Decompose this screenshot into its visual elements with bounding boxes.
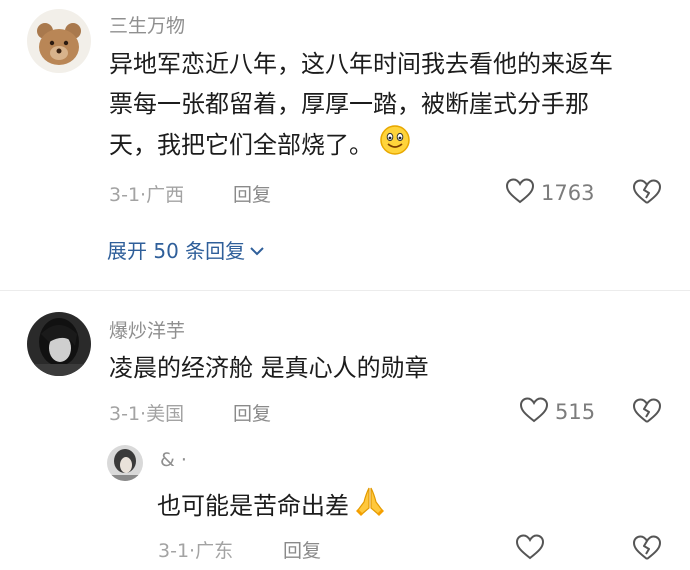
reply-button[interactable]: 回复 xyxy=(283,536,321,563)
comment-text: 凌晨的经济舱 是真心人的勋章 xyxy=(109,354,429,382)
dislike-button[interactable] xyxy=(632,178,662,210)
expand-replies-link[interactable]: 展开 50 条回复 xyxy=(107,235,265,264)
like-count: 1763 xyxy=(541,181,595,205)
reply-text-body: 也可能是苦命出差 xyxy=(157,492,349,520)
smile-emoji xyxy=(379,124,411,168)
comment-meta: 3-1·美国 xyxy=(109,403,185,425)
avatar[interactable] xyxy=(27,312,91,376)
reply-text: 也可能是苦命出差 xyxy=(157,484,657,530)
comment-text-line-3: 天，我把它们全部烧了。 xyxy=(109,131,373,159)
heart-icon xyxy=(505,177,535,209)
reply-meta: 3-1·广东 xyxy=(158,540,234,562)
like-count: 515 xyxy=(555,400,596,424)
comment-text-line: 票每一张都留着，厚厚一踏，被断崖式分手那 xyxy=(109,90,589,118)
comment-item: 爆炒洋芋 凌晨的经济舱 是真心人的勋章 3-1·美国 回复 515 & · 也可… xyxy=(0,291,690,570)
person-avatar-image xyxy=(27,312,91,376)
reply-button[interactable]: 回复 xyxy=(233,399,271,426)
nested-reply: & · 也可能是苦命出差 3-1·广东 回复 xyxy=(0,441,690,570)
heart-icon xyxy=(515,533,545,565)
dislike-button[interactable] xyxy=(632,397,662,429)
comment-text-line: 天，我把它们全部烧了。 xyxy=(109,124,679,168)
reply-button[interactable]: 回复 xyxy=(233,180,271,207)
chevron-down-icon xyxy=(249,238,265,262)
heart-icon xyxy=(519,396,549,428)
comment-username[interactable]: 三生万物 xyxy=(109,11,185,38)
like-button[interactable] xyxy=(515,533,545,565)
teddy-bear-avatar-image xyxy=(27,9,91,73)
like-button[interactable]: 1763 xyxy=(505,177,594,209)
avatar[interactable] xyxy=(107,445,143,481)
comment-text-line: 异地军恋近八年，这八年时间我去看他的来返车 xyxy=(109,50,613,78)
comment-meta: 3-1·广西 xyxy=(109,184,185,206)
expand-replies-label: 展开 50 条回复 xyxy=(107,239,246,263)
broken-heart-icon xyxy=(633,398,661,423)
broken-heart-icon xyxy=(633,179,661,204)
reply-username[interactable]: & · xyxy=(160,449,187,471)
comment-username[interactable]: 爆炒洋芋 xyxy=(109,316,185,343)
comment-item: 三生万物 异地军恋近八年，这八年时间我去看他的来返车 票每一张都留着，厚厚一踏，… xyxy=(0,0,690,290)
comment-text: 异地军恋近八年，这八年时间我去看他的来返车 票每一张都留着，厚厚一踏，被断崖式分… xyxy=(109,44,679,168)
broken-heart-icon xyxy=(633,535,661,560)
person-avatar-image xyxy=(107,445,143,481)
praying-hands-emoji xyxy=(353,484,387,530)
dislike-button[interactable] xyxy=(632,534,662,566)
avatar[interactable] xyxy=(27,9,91,73)
like-button[interactable]: 515 xyxy=(519,396,595,428)
